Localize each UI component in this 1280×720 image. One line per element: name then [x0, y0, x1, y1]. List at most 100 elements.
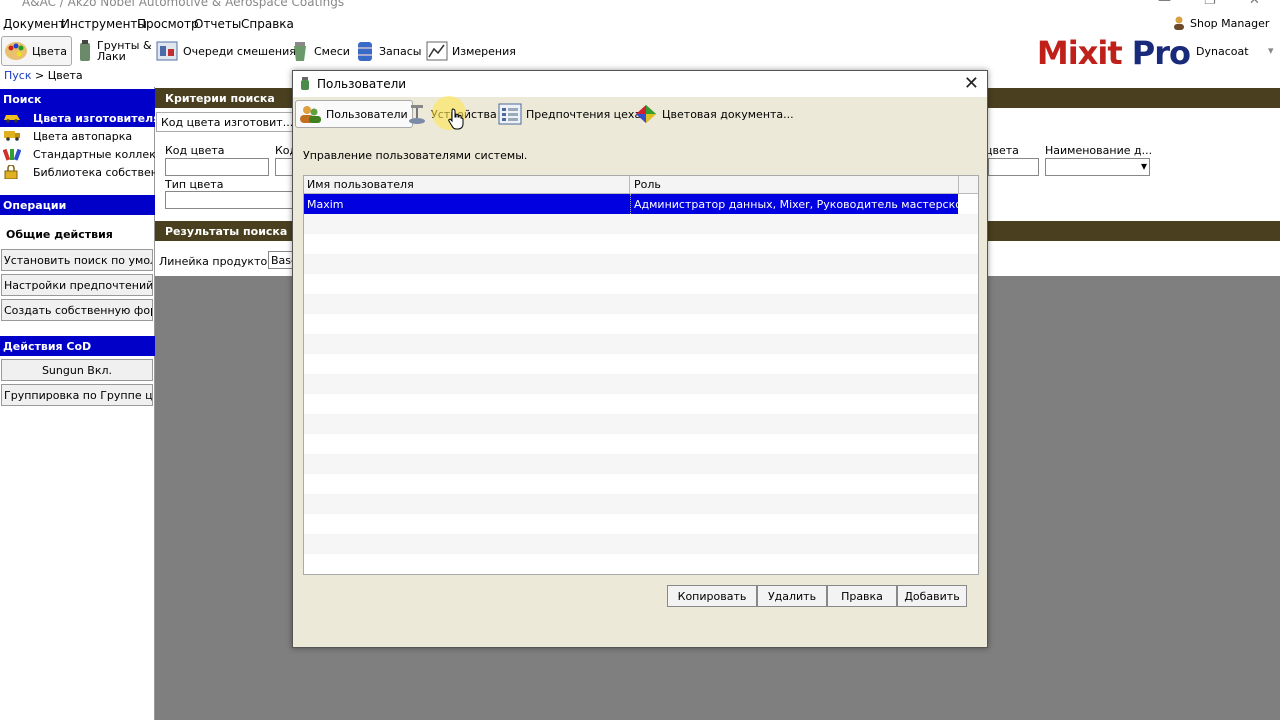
mix-jar-icon [294, 42, 306, 61]
truck-icon [4, 131, 20, 141]
delete-button[interactable]: Удалить [757, 585, 827, 607]
toolbar-colors[interactable]: Цвета [1, 36, 72, 66]
search-item-oem-colors[interactable]: Цвета изготовителя [0, 109, 155, 127]
window-title: A&AC / Akzo Nobel Automotive & Aerospace… [22, 0, 345, 9]
copy-button[interactable]: Копировать [667, 585, 757, 607]
table-empty-row [304, 214, 978, 234]
color-fan-icon [3, 148, 21, 161]
add-button[interactable]: Добавить [897, 585, 967, 607]
toolbar-colors-label: Цвета [32, 44, 67, 58]
tab-users[interactable]: Пользователи [295, 100, 413, 128]
menu-bar: Документ Инструменты Просмотр Отчеты Спр… [0, 14, 1280, 34]
color-type-input[interactable] [165, 191, 295, 209]
tab-shop-preferences[interactable]: Предпочтения цеха [496, 100, 645, 128]
cell-role: Администратор данных, Mixer, Руководител… [630, 194, 958, 214]
brand-name: Dynacoat [1196, 45, 1249, 58]
users-table: Имя пользователя Роль Maxim Администрато… [303, 175, 979, 575]
menu-tools[interactable]: Инструменты [61, 17, 147, 31]
table-empty-row [304, 434, 978, 454]
preferences-list-icon [498, 103, 522, 125]
palette-icon [5, 42, 27, 60]
menu-reports[interactable]: Отчеты [194, 17, 241, 31]
search-item-standard-collections[interactable]: Стандартные коллекции [0, 145, 155, 163]
column-separator[interactable] [629, 176, 630, 194]
operations-section-header[interactable]: Операции [0, 195, 155, 215]
color-name-input[interactable] [988, 158, 1039, 176]
model-name-label: Наименование д... [1045, 144, 1153, 157]
users-dialog: Пользователи ✕ Пользователи Устройства П… [292, 70, 988, 648]
left-panel: Поиск Цвета изготовителя Цвета автопарка… [0, 87, 155, 720]
dialog-description: Управление пользователями системы. [303, 149, 528, 162]
product-preferences-button[interactable]: Настройки предпочтений продукта [1, 274, 153, 296]
column-separator[interactable] [958, 176, 959, 194]
column-header-role[interactable]: Роль [634, 178, 661, 191]
hand-cursor-icon [448, 108, 464, 130]
menu-help[interactable]: Справка [241, 17, 294, 31]
cod-actions-section-header[interactable]: Действия CoD [0, 336, 155, 356]
car-icon [4, 115, 20, 123]
color-type-label: Тип цвета [165, 178, 224, 191]
breadcrumb-root[interactable]: Пуск [4, 69, 31, 82]
model-name-select[interactable]: ▾ [1045, 158, 1150, 176]
close-window-icon[interactable]: ✕ [1249, 0, 1260, 8]
dialog-close-icon[interactable]: ✕ [964, 73, 979, 94]
toolbar-mixing-queues-label: Очереди смешения [183, 44, 296, 58]
table-empty-row [304, 474, 978, 494]
toolbar-primers[interactable]: Грунты & Лаки [77, 36, 152, 66]
breadcrumb: Пуск > Цвета [0, 69, 83, 87]
minimize-icon[interactable]: — [1158, 0, 1171, 8]
color-code-label: Код цвета [165, 144, 225, 157]
user-menu[interactable]: Shop Manager [1172, 16, 1269, 30]
toolbar-mixes[interactable]: Смеси [290, 36, 350, 66]
user-icon [1174, 16, 1184, 30]
primer-can-icon [80, 40, 90, 61]
table-empty-row [304, 314, 978, 334]
set-default-search-button[interactable]: Установить поиск по умолчанию [1, 249, 153, 271]
search-item-label: Стандартные коллекции [33, 148, 155, 161]
table-row[interactable]: Maxim Администратор данных, Mixer, Руков… [304, 194, 958, 214]
toolbar-mixing-queues[interactable]: Очереди смешения [155, 36, 296, 66]
table-empty-row [304, 354, 978, 374]
restore-icon[interactable]: ❐ [1204, 0, 1216, 8]
breadcrumb-separator: > [31, 69, 48, 82]
color-doc-icon [636, 105, 656, 123]
table-empty-row [304, 334, 978, 354]
logo-pro: Pro [1131, 34, 1191, 72]
table-empty-row [304, 374, 978, 394]
search-item-fleet-colors[interactable]: Цвета автопарка [0, 127, 155, 145]
logo-mixit: Mixit [1036, 34, 1123, 72]
create-own-formula-button[interactable]: Создать собственную формулу [1, 299, 153, 321]
toolbar-stock[interactable]: Запасы [355, 36, 421, 66]
toolbar-measurements[interactable]: Измерения [426, 36, 516, 66]
menu-view[interactable]: Просмотр [137, 17, 199, 31]
color-name-label: цвета [985, 144, 1019, 157]
toolbar-chevron-icon[interactable]: ▾ [1268, 44, 1274, 57]
sungun-on-button[interactable]: Sungun Вкл. [1, 359, 153, 381]
table-empty-row [304, 494, 978, 514]
dialog-title: Пользователи [317, 77, 407, 91]
dialog-app-icon [301, 77, 309, 90]
table-empty-row [304, 274, 978, 294]
menu-document[interactable]: Документ [3, 17, 65, 31]
mixing-queue-icon [156, 41, 178, 61]
table-empty-row [304, 254, 978, 274]
tab-color-documentation[interactable]: Цветовая документа... [632, 100, 798, 128]
search-item-own-library[interactable]: Библиотека собственных [0, 163, 155, 181]
search-item-label: Библиотека собственных [33, 166, 155, 179]
search-section-header[interactable]: Поиск [0, 89, 155, 109]
table-empty-row [304, 394, 978, 414]
color-code-input[interactable] [165, 158, 269, 176]
dialog-body: Пользователи Устройства Предпочтения цех… [293, 97, 987, 647]
toolbar-measurements-label: Измерения [452, 44, 516, 58]
table-empty-row [304, 294, 978, 314]
tab-oem-color-code[interactable]: Код цвета изготовит... [156, 112, 299, 132]
tab-color-documentation-label: Цветовая документа... [662, 107, 794, 121]
column-header-username[interactable]: Имя пользователя [307, 178, 414, 191]
group-by-color-group-button[interactable]: Группировка по Группе цвета [1, 384, 153, 406]
search-item-label: Цвета автопарка [33, 130, 133, 143]
toolbar-primers-label: Грунты & Лаки [97, 39, 152, 63]
table-empty-row [304, 454, 978, 474]
edit-button[interactable]: Правка [827, 585, 897, 607]
dialog-title-bar: Пользователи ✕ [293, 71, 987, 97]
product-line-label: Линейка продуктов [159, 255, 274, 268]
